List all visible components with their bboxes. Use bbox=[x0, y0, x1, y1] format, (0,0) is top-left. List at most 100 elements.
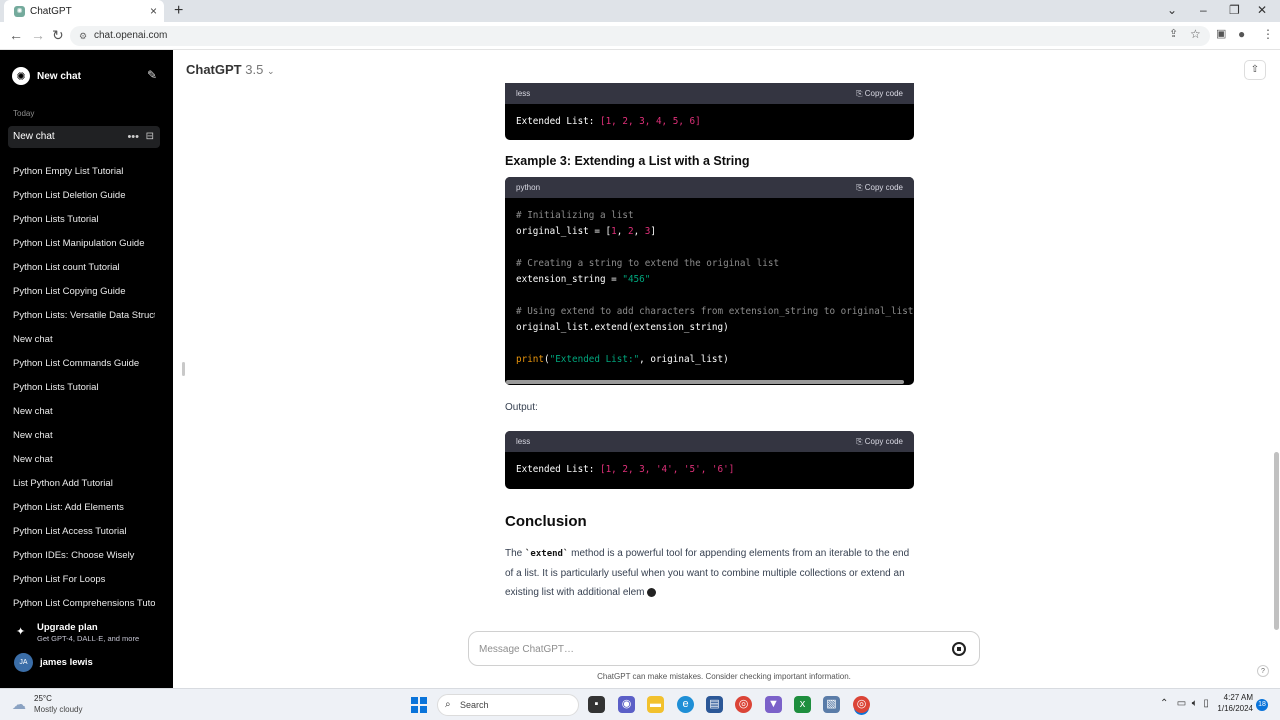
sidebar-item[interactable]: Python Lists: Versatile Data Struct bbox=[13, 306, 155, 330]
windows-taskbar: ☁ 25°C Mostly cloudy ⌕ Search ▪ ◉ ▬ e ▤ … bbox=[0, 688, 1280, 720]
help-button[interactable]: ? bbox=[1257, 665, 1269, 677]
new-chat-label[interactable]: New chat bbox=[37, 71, 81, 82]
sidebar-item[interactable]: New chat bbox=[13, 330, 155, 354]
teams-chat-icon[interactable]: ◉ bbox=[618, 696, 635, 713]
sidebar-item[interactable]: Python List: Add Elements bbox=[13, 498, 155, 522]
system-tray[interactable]: ⌃ ▭ 🔈︎ ▯ bbox=[1160, 698, 1209, 709]
clock[interactable]: 4:27 AM 1/16/2024 bbox=[1213, 693, 1253, 713]
tab-search-icon[interactable]: ⌄ bbox=[1167, 3, 1177, 17]
model-selector[interactable]: ChatGPT 3.5 ⌄ bbox=[186, 62, 275, 77]
sidebar-item[interactable]: Python List Copying Guide bbox=[13, 282, 155, 306]
sidebar-item[interactable]: Python List Access Tutorial bbox=[13, 522, 155, 546]
sidebar-item[interactable]: New chat bbox=[13, 450, 155, 474]
upgrade-subtitle: Get GPT-4, DALL·E, and more bbox=[37, 634, 140, 643]
openai-logo-icon: ✺ bbox=[12, 67, 30, 85]
taskbar-search[interactable]: ⌕ Search bbox=[437, 694, 579, 716]
sidebar-item[interactable]: Python IDEs: Choose Wisely bbox=[13, 546, 155, 570]
close-window-button[interactable]: ✕ bbox=[1257, 3, 1267, 17]
sidebar-item[interactable]: New chat bbox=[13, 426, 155, 450]
code-text: Extended List: bbox=[516, 464, 600, 475]
edge-icon[interactable]: e bbox=[677, 696, 694, 713]
output-label: Output: bbox=[505, 402, 538, 413]
share-page-icon[interactable]: ⇪ bbox=[1169, 27, 1178, 40]
edit-new-chat-icon[interactable]: ✎ bbox=[147, 68, 157, 82]
sidebar-new-chat-row[interactable]: ✺ New chat ✎ bbox=[12, 66, 162, 86]
sidebar-item[interactable]: Python List Commands Guide bbox=[13, 354, 155, 378]
start-button[interactable] bbox=[411, 697, 427, 713]
copy-code-button[interactable]: ⎘ Copy code bbox=[856, 177, 903, 198]
sidebar-item[interactable]: Python List count Tutorial bbox=[13, 258, 155, 282]
chat-history-list: Python Empty List Tutorial Python List D… bbox=[13, 162, 155, 618]
paragraph-text: The bbox=[505, 548, 526, 559]
share-chat-button[interactable]: ⇧ bbox=[1244, 60, 1266, 80]
chrome-icon[interactable]: ◎ bbox=[735, 696, 752, 713]
user-profile-button[interactable]: JA james lewis bbox=[14, 653, 164, 673]
minimize-button[interactable]: – bbox=[1200, 3, 1207, 17]
code-block-output: less ⎘ Copy code Extended List: [1, 2, 3… bbox=[505, 431, 914, 489]
inline-code: `extend` bbox=[525, 549, 569, 559]
sidebar: ✺ New chat ✎ Today New chat ••• ⊟ Python… bbox=[0, 50, 173, 688]
task-view-icon[interactable]: ▪ bbox=[588, 696, 605, 713]
search-label: Search bbox=[460, 700, 489, 710]
sidebar-item[interactable]: Python List Manipulation Guide bbox=[13, 234, 155, 258]
sidebar-item[interactable]: New chat bbox=[13, 402, 155, 426]
reload-icon[interactable]: ↻ bbox=[52, 27, 64, 44]
sidebar-item[interactable]: Python List For Loops bbox=[13, 570, 155, 594]
forward-icon[interactable]: → bbox=[31, 27, 45, 43]
message-input[interactable] bbox=[479, 641, 939, 658]
stop-generating-button[interactable] bbox=[952, 642, 966, 656]
chrome-active-icon[interactable]: ◎ bbox=[853, 696, 870, 713]
browser-tab[interactable]: ✺ ChatGPT × bbox=[4, 0, 164, 22]
notification-badge[interactable]: 18 bbox=[1256, 699, 1268, 711]
code-horizontal-scrollbar[interactable] bbox=[506, 380, 904, 384]
copy-code-button[interactable]: ⎘ Copy code bbox=[856, 83, 903, 104]
sidebar-item[interactable]: Python List Comprehensions Tuto bbox=[13, 594, 155, 618]
url-text: chat.openai.com bbox=[94, 30, 168, 41]
new-tab-button[interactable]: + bbox=[174, 2, 183, 20]
bookmark-star-icon[interactable]: ☆ bbox=[1190, 27, 1201, 41]
volume-icon[interactable]: 🔈︎ bbox=[1192, 698, 1198, 709]
network-icon[interactable]: ▭ bbox=[1177, 698, 1186, 709]
close-tab-icon[interactable]: × bbox=[150, 4, 157, 18]
avatar: JA bbox=[14, 653, 33, 672]
file-explorer-icon[interactable]: ▬ bbox=[647, 696, 664, 713]
disclaimer-text: ChatGPT can make mistakes. Consider chec… bbox=[597, 672, 851, 681]
model-version: 3.5 bbox=[245, 62, 264, 77]
sidebar-item[interactable]: Python Lists Tutorial bbox=[13, 210, 155, 234]
restore-button[interactable]: ❐ bbox=[1229, 3, 1240, 17]
copy-code-button[interactable]: ⎘ Copy code bbox=[856, 431, 903, 452]
tab-title: ChatGPT bbox=[30, 5, 72, 17]
code-block-header: less ⎘ Copy code bbox=[505, 431, 914, 452]
sidebar-item[interactable]: List Python Add Tutorial bbox=[13, 474, 155, 498]
more-options-icon[interactable]: ••• bbox=[127, 126, 139, 148]
excel-icon[interactable]: x bbox=[794, 696, 811, 713]
sidebar-item[interactable]: Python List Deletion Guide bbox=[13, 186, 155, 210]
upgrade-plan-button[interactable]: ✦ Upgrade plan Get GPT-4, DALL·E, and mo… bbox=[14, 622, 164, 646]
side-panel-icon[interactable]: ▣ bbox=[1216, 27, 1226, 40]
sidebar-item-active[interactable]: New chat ••• ⊟ bbox=[8, 126, 160, 148]
app-icon[interactable]: ▼ bbox=[765, 696, 782, 713]
site-info-icon[interactable]: ⚙ bbox=[79, 26, 87, 46]
code-content: Extended List: [1, 2, 3, '4', '5', '6'] bbox=[505, 452, 914, 488]
battery-icon[interactable]: ▯ bbox=[1203, 698, 1209, 709]
sidebar-item[interactable]: Python Empty List Tutorial bbox=[13, 162, 155, 186]
example3-heading: Example 3: Extending a List with a Strin… bbox=[505, 154, 750, 168]
photos-icon[interactable]: ▧ bbox=[823, 696, 840, 713]
chevron-down-icon: ⌄ bbox=[266, 66, 275, 76]
code-language: less bbox=[516, 437, 531, 446]
address-toolbar: ← → ↻ ⚙ chat.openai.com ⇪ ☆ ▣ ● ⋮ bbox=[0, 22, 1280, 50]
section-today-label: Today bbox=[13, 109, 35, 118]
sidebar-collapse-handle[interactable] bbox=[182, 362, 185, 376]
code-language: python bbox=[516, 183, 541, 192]
archive-icon[interactable]: ⊟ bbox=[146, 126, 154, 148]
chevron-up-icon[interactable]: ⌃ bbox=[1160, 698, 1168, 709]
sidebar-item[interactable]: Python Lists Tutorial bbox=[13, 378, 155, 402]
url-bar[interactable]: ⚙ chat.openai.com bbox=[70, 26, 1210, 46]
back-icon[interactable]: ← bbox=[9, 27, 23, 43]
profile-icon[interactable]: ● bbox=[1238, 27, 1245, 41]
menu-kebab-icon[interactable]: ⋮ bbox=[1262, 27, 1274, 41]
copy-code-label: Copy code bbox=[864, 89, 903, 98]
page-scrollbar[interactable] bbox=[1274, 452, 1279, 630]
store-icon[interactable]: ▤ bbox=[706, 696, 723, 713]
code-block-header: less ⎘ Copy code bbox=[505, 83, 914, 104]
